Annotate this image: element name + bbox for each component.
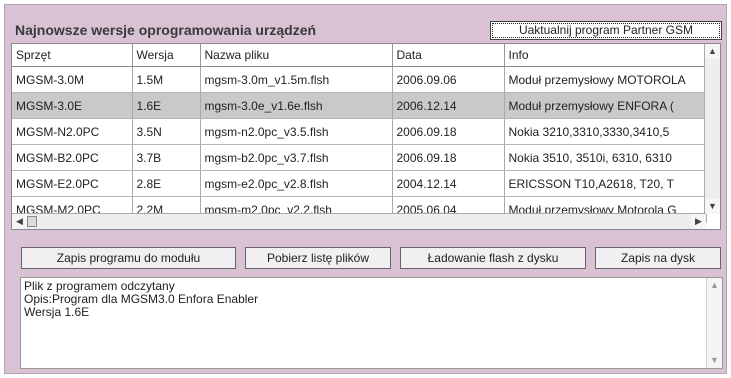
panel-title: Najnowsze wersje oprogramowania urządzeń (15, 22, 317, 38)
column-header-filename[interactable]: Nazwa pliku (200, 44, 393, 67)
cell-device: MGSM-3.0M (12, 66, 133, 93)
table-row[interactable]: MGSM-B2.0PC 3.7B mgsm-b2.0pc_v3.7.flsh 2… (12, 144, 707, 171)
cell-date: 2004.12.14 (392, 170, 505, 197)
cell-info: ERICSSON T10,A2618, T20, T (504, 170, 707, 197)
column-header-date[interactable]: Data (392, 44, 505, 67)
log-line: Wersja 1.6E (24, 305, 90, 319)
cell-version: 3.7B (132, 144, 201, 171)
table-row-selected[interactable]: MGSM-3.0E 1.6E mgsm-3.0e_v1.6e.flsh 2006… (12, 92, 707, 119)
scroll-thumb[interactable] (27, 216, 37, 227)
cell-version: 3.5N (132, 118, 201, 145)
cell-info: Moduł przemysłowy MOTOROLA (504, 66, 707, 93)
write-module-button[interactable]: Zapis programu do modułu (21, 247, 236, 269)
download-list-button[interactable]: Pobierz listę plików (245, 247, 391, 269)
log-vertical-scrollbar[interactable]: ▲ ▼ (706, 278, 722, 368)
log-scroll-down-arrow-icon[interactable]: ▼ (707, 353, 722, 368)
log-scroll-up-arrow-icon[interactable]: ▲ (707, 278, 722, 293)
cell-version: 1.6E (132, 92, 201, 119)
scroll-right-arrow-icon[interactable]: ▶ (691, 214, 706, 229)
table-row[interactable]: MGSM-E2.0PC 2.8E mgsm-e2.0pc_v2.8.flsh 2… (12, 170, 707, 197)
cell-info: Moduł przemysłowy ENFORA ( (504, 92, 707, 119)
scroll-down-arrow-icon[interactable]: ▼ (705, 199, 720, 214)
cell-info: Nokia 3510, 3510i, 6310, 6310 (504, 144, 707, 171)
cell-device: MGSM-B2.0PC (12, 144, 133, 171)
cell-version: 2.8E (132, 170, 201, 197)
cell-device: MGSM-3.0E (12, 92, 133, 119)
column-header-device[interactable]: Sprzęt (12, 44, 133, 67)
status-log[interactable]: Plik z programem odczytany Opis:Program … (20, 277, 723, 369)
save-disk-button[interactable]: Zapis na dysk (595, 247, 721, 269)
firmware-table: Sprzęt Wersja Nazwa pliku Data Info MGSM… (11, 43, 721, 230)
load-flash-button[interactable]: Ładowanie flash z dysku (400, 247, 586, 269)
cell-info: Nokia 3210,3310,3330,3410,5 (504, 118, 707, 145)
table-vertical-scrollbar[interactable]: ▲ ▼ (704, 44, 720, 214)
cell-version: 1.5M (132, 66, 201, 93)
cell-filename: mgsm-3.0m_v1.5m.flsh (200, 66, 393, 93)
update-program-button[interactable]: Uaktualnij program Partner GSM (490, 21, 722, 40)
cell-filename: mgsm-b2.0pc_v3.7.flsh (200, 144, 393, 171)
table-row[interactable]: MGSM-N2.0PC 3.5N mgsm-n2.0pc_v3.5.flsh 2… (12, 118, 707, 145)
scroll-up-arrow-icon[interactable]: ▲ (705, 44, 720, 59)
cell-device: MGSM-N2.0PC (12, 118, 133, 145)
cell-date: 2006.09.18 (392, 118, 505, 145)
cell-date: 2006.09.06 (392, 66, 505, 93)
cell-date: 2006.12.14 (392, 92, 505, 119)
table-row[interactable]: MGSM-3.0M 1.5M mgsm-3.0m_v1.5m.flsh 2006… (12, 66, 707, 93)
cell-device: MGSM-E2.0PC (12, 170, 133, 197)
cell-filename: mgsm-n2.0pc_v3.5.flsh (200, 118, 393, 145)
cell-date: 2006.09.18 (392, 144, 505, 171)
table-horizontal-scrollbar[interactable]: ◀ ▶ (12, 213, 706, 229)
cell-filename: mgsm-3.0e_v1.6e.flsh (200, 92, 393, 119)
cell-filename: mgsm-e2.0pc_v2.8.flsh (200, 170, 393, 197)
column-header-version[interactable]: Wersja (132, 44, 201, 67)
log-line: Opis:Program dla MGSM3.0 Enfora Enabler (24, 292, 259, 306)
updater-panel: Najnowsze wersje oprogramowania urządzeń… (4, 4, 727, 374)
header: Najnowsze wersje oprogramowania urządzeń (11, 19, 487, 41)
column-header-info[interactable]: Info (504, 44, 707, 67)
scroll-left-arrow-icon[interactable]: ◀ (12, 214, 27, 229)
